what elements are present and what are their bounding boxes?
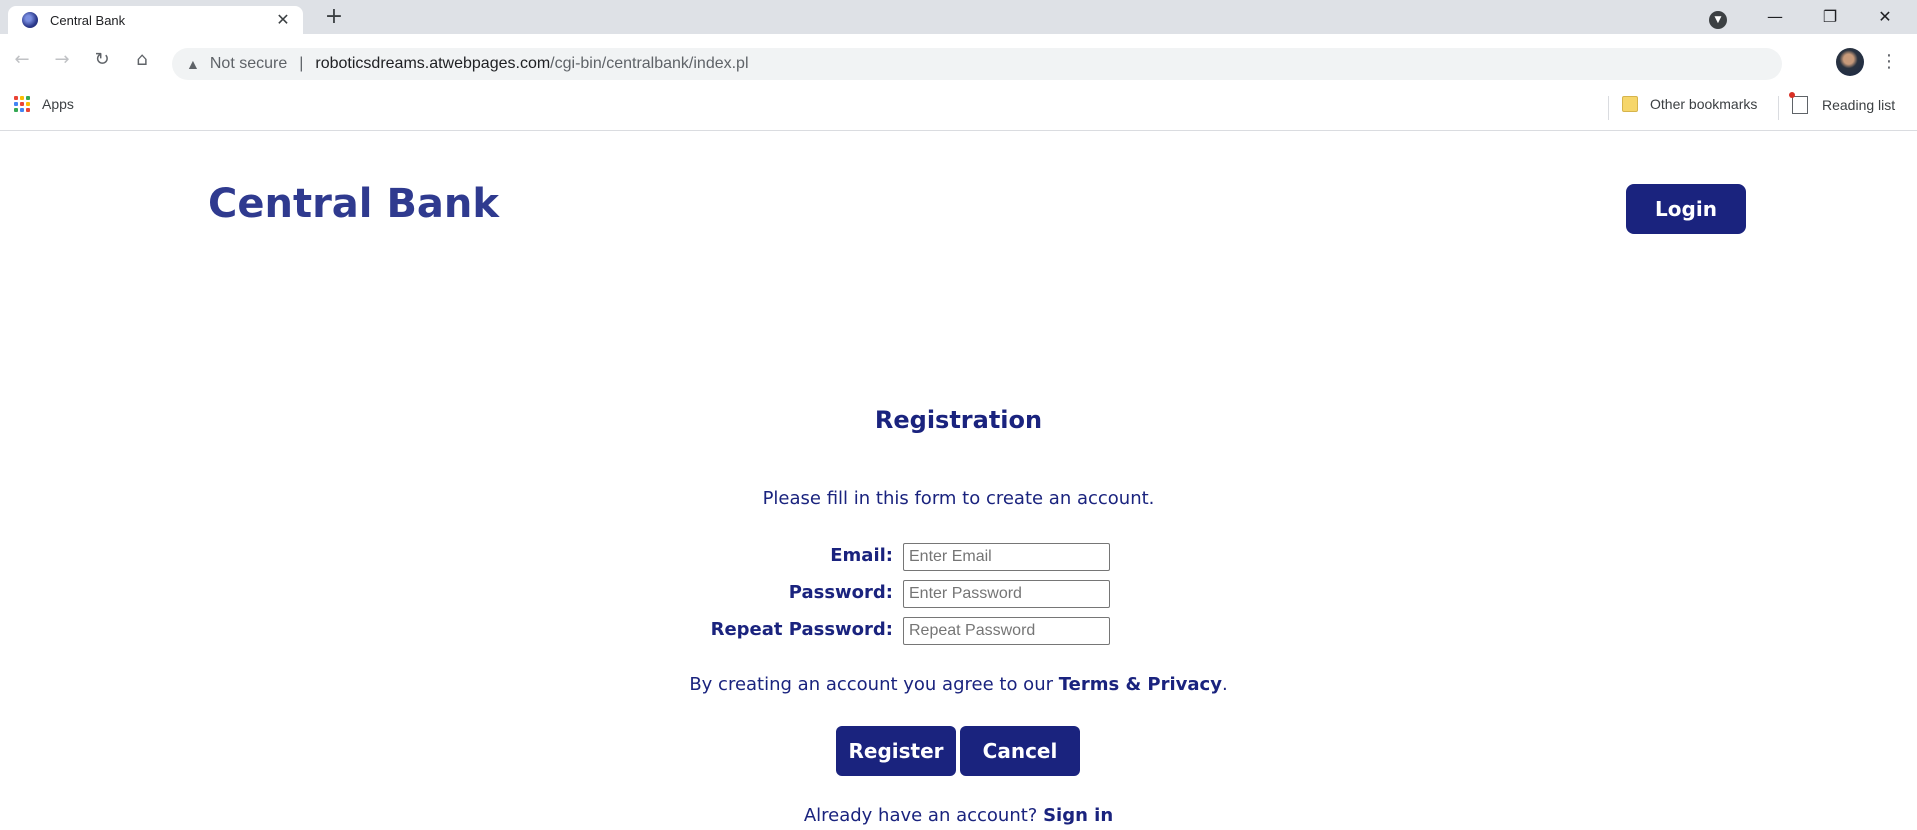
login-button[interactable]: Login [1626,184,1746,234]
profile-avatar-icon[interactable] [1836,48,1864,76]
close-tab-icon[interactable]: ✕ [273,10,293,30]
brand-title: Central Bank [208,181,499,227]
page-content: Central Bank Login Registration Please f… [0,131,1917,830]
apps-grid-icon [14,96,30,112]
repeat-password-label: Repeat Password: [710,619,893,640]
bookmark-divider [1608,96,1609,120]
password-field[interactable] [903,580,1110,608]
browser-toolbar: ← → ↻ ⌂ ▲ Not secure | roboticsdreams.at… [0,34,1917,86]
tab-search-icon[interactable]: ▼ [1709,11,1727,29]
forward-icon[interactable]: → [48,46,76,74]
registration-description: Please fill in this form to create an ac… [762,488,1155,509]
terms-link[interactable]: Terms & Privacy [1059,674,1222,695]
url-separator: | [299,55,304,72]
reading-list-label: Reading list [1822,97,1896,113]
signin-text: Already have an account? [803,805,1044,826]
url-host: roboticsdreams.atwebpages.com [315,55,551,72]
email-row: Email: [0,543,1917,571]
terms-text: By creating an account you agree to our [689,674,1059,695]
email-label: Email: [830,545,893,566]
tab-title: Central Bank [50,12,126,28]
folder-icon [1622,96,1638,112]
bookmark-divider [1778,96,1779,120]
warning-icon: ▲ [186,56,200,72]
close-window-icon[interactable]: ✕ [1862,4,1908,30]
registration-title: Registration [874,406,1043,434]
other-bookmarks[interactable]: Other bookmarks [1622,96,1757,112]
other-bookmarks-label: Other bookmarks [1650,96,1758,112]
apps-bookmark[interactable]: Apps [14,96,74,112]
signin-link[interactable]: Sign in [1043,805,1113,826]
favicon-icon [22,12,38,28]
bookmarks-bar: Apps Other bookmarks Reading list [0,86,1917,131]
reading-list[interactable]: Reading list [1789,92,1896,114]
password-label: Password: [788,582,893,603]
terms-notice: By creating an account you agree to our … [0,674,1917,695]
new-tab-icon[interactable]: + [322,6,346,30]
reading-list-icon [1789,92,1808,114]
browser-tab-bar: Central Bank ✕ + ▼ — ❐ ✕ [0,0,1917,34]
apps-label: Apps [42,96,74,112]
email-field[interactable] [903,543,1110,571]
back-icon[interactable]: ← [8,46,36,74]
register-button[interactable]: Register [836,726,956,776]
reload-icon[interactable]: ↻ [88,46,116,74]
address-bar[interactable]: ▲ Not secure | roboticsdreams.atwebpages… [172,48,1782,80]
signin-notice: Already have an account? Sign in [0,805,1917,826]
cancel-button[interactable]: Cancel [960,726,1080,776]
terms-end: . [1221,674,1228,695]
not-secure-label[interactable]: Not secure [210,55,287,73]
password-row: Password: [0,580,1917,608]
home-icon[interactable]: ⌂ [128,46,156,74]
repeat-password-row: Repeat Password: [0,617,1917,645]
url-path: /cgi-bin/centralbank/index.pl [550,55,749,72]
kebab-menu-icon[interactable]: ⋮ [1880,48,1898,76]
restore-icon[interactable]: ❐ [1807,4,1853,30]
browser-tab[interactable]: Central Bank ✕ [8,6,303,34]
repeat-password-field[interactable] [903,617,1110,645]
minimize-icon[interactable]: — [1752,4,1798,30]
